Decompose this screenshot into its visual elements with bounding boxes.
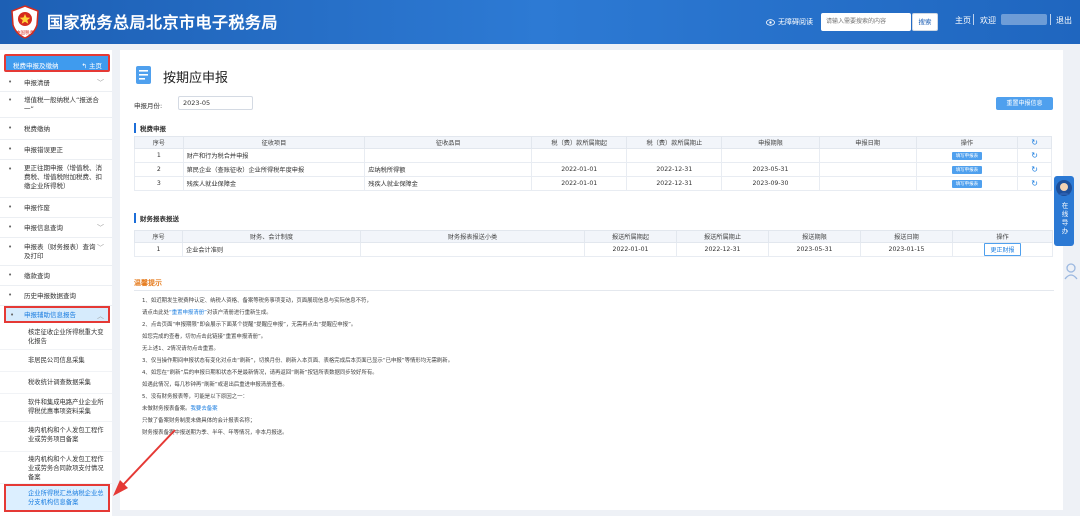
go-filing-link[interactable]: 我要去备案 [191,406,218,412]
sidebar-item-payment-query[interactable]: • 缴款查询 [0,266,112,286]
reset-list-link[interactable]: “重置申报清册” [169,310,207,316]
submenu-item-nonresident-info[interactable]: 非居民公司信息采集 [0,350,112,372]
reset-declaration-button[interactable]: 重置申报信息 [996,97,1053,110]
refresh-icon[interactable]: ↻ [1017,148,1052,163]
sidebar-item-vat-combined[interactable]: • 增值税一般纳税人“报送合一” [0,92,112,118]
period-label: 申报月份: [134,102,163,110]
fill-form-button[interactable]: 填写申报表 [951,179,983,188]
tip-line: 财务报表备案中报送期为季、半年、年等情况，非本月报送。 [142,430,288,436]
column-header: 申报期限 [721,136,820,149]
tip-line: 请点击此处“重置申报清册”对该户清册进行重新生成。 [142,310,272,316]
column-header: 序号 [134,136,184,149]
submenu-item-branch-filing[interactable]: 企业所得税汇总纳税企业总分支机构信息备案 [4,484,110,512]
sidebar-item-declaration-query[interactable]: • 申报信息查询 ﹀ [0,218,112,238]
sidebar-item-past-correction[interactable]: • 更正往期申报（增值税、消费税、增值税附加税费、扣缴企业所得税） [0,160,112,198]
fill-form-button[interactable]: 填写申报表 [951,165,983,174]
tip-line: 如遇此情况，每几秒钟再“刷新”或退出后重进申报清册查看。 [142,382,288,388]
sidebar-header[interactable]: 税费申报及缴纳 ↰ 主页 [4,54,110,72]
table-row: 1 企业会计准则 2022-01-01 2022-12-31 2023-05-3… [134,242,1053,257]
header-divider [1050,14,1051,25]
sidebar-header-label: 税费申报及缴纳 [13,62,59,70]
submenu-item-statistics-survey[interactable]: 税收统计调查数据采集 [0,372,112,394]
column-header: 报送所属期起 [584,230,677,243]
site-title: 国家税务总局北京市电子税务局 [47,13,279,32]
home-link[interactable]: 主页 [955,15,971,26]
column-header: 征收品目 [364,136,533,149]
column-header: 税（费）款所属期止 [626,136,723,149]
sidebar-item-declaration-list[interactable]: • 申报清册 ﹀ [0,74,112,92]
financial-table: 序号 财务、会计制度 财务报表报送小类 报送所属期起 报送所属期止 报送期限 报… [134,230,1053,257]
tip-line: 如您完成的查看，切勿点击此链接“重置申报清册”。 [142,334,267,340]
sidebar-item-error-correction[interactable]: • 申报错误更正 [0,140,112,160]
tip-line: 2、点击页面“申报期限”即会展示下面某个提醒“提醒应申报”，无需再点击“提醒应申… [142,322,357,328]
column-header: 报送所属期止 [676,230,769,243]
column-header: 税（费）款所属期起 [531,136,628,149]
accessibility-link[interactable]: 无障碍阅读 [766,17,813,27]
tip-line: 无上述1、2情况请勿点击重置。 [142,346,219,352]
sidebar: 税费申报及缴纳 ↰ 主页 • 申报清册 ﹀ • 增值税一般纳税人“报送合一” • 税费缴… [0,50,112,516]
tax-emblem-logo: 中国税务 [11,5,39,39]
financial-section-title: 财务报表报送 [134,213,179,223]
fill-form-button[interactable]: 填写申报表 [951,151,983,160]
sidebar-item-assist-report[interactable]: • 申报辅助信息报告 ︿ [4,306,110,323]
submenu-item-project-filing[interactable]: 境内机构和个人发包工程作业或劳务项目备案 [0,422,112,452]
accessibility-icon [766,18,775,26]
tip-line: 1、如近期发生税费种认定、纳税人资格、备案等税务事项变动，页面展现信息与实际信息… [142,298,372,304]
column-header: 序号 [134,230,183,243]
accessibility-label: 无障碍阅读 [778,18,813,26]
table-row: 3 残疾人就业保障金 残疾人就业保障金 2022-01-01 2022-12-3… [134,176,1052,191]
sidebar-item-history-query[interactable]: • 历史申报数据查询 [0,286,112,306]
table-header-row: 序号 财务、会计制度 财务报表报送小类 报送所属期起 报送所属期止 报送期限 报… [134,230,1053,243]
table-row: 2 第民企业（查账征收）企业所得税年度申报 应纳税所得额 2022-01-01 … [134,162,1052,177]
tax-section-title: 税费申报 [134,123,166,133]
column-header: 财务、会计制度 [182,230,361,243]
sidebar-item-void-declaration[interactable]: • 申报作废 [0,198,112,218]
tip-line: 4、如您在“刷新”后的申报日期和状态不是最新情况，请再返回“刷新”按钮所表数据同… [142,370,378,376]
correct-statement-button[interactable]: 更正财报 [984,243,1021,256]
column-header: 征收项目 [182,136,366,149]
page-title: 按期应申报 [163,71,229,86]
header-divider [973,14,974,25]
column-header: 申报日期 [818,136,917,149]
sidebar-home-link[interactable]: ↰ 主页 [81,60,102,70]
search-button[interactable]: 搜索 [912,13,938,31]
tip-line: 未做财务报表备案。我要去备案 [142,406,218,412]
table-row: 1 财产和行为税合并申报 填写申报表 ↻ [134,148,1052,163]
online-guide-label: 在线导办 [1060,202,1068,236]
user-name-redacted [1001,14,1047,25]
column-header: 财务报表报送小类 [360,230,585,243]
period-input[interactable]: 2023-05 [178,96,253,110]
top-header: 中国税务 国家税务总局北京市电子税务局 无障碍阅读 搜索 主页 欢迎 退出 [0,0,1080,44]
tips-title: 温馨提示 [134,279,162,287]
document-icon [136,66,151,84]
tip-line: 只做了备案财务制度未做具体的会计报表名称； [142,418,256,424]
column-header: 操作 [915,136,1019,149]
svg-text:中国税务: 中国税务 [16,29,34,36]
online-guide-widget[interactable]: 在线导办 [1054,176,1074,246]
welcome-text: 欢迎 [980,16,996,25]
tip-line: 3、仅当操作期间申报状态有变化对点击“刷新”，切换月份、刷新入本页面、表格完成后… [142,358,454,364]
refresh-icon[interactable]: ↻ [1017,176,1052,191]
main-panel: 按期应申报 申报月份: 2023-05 重置申报信息 税费申报 序号 征收项目 … [120,50,1063,510]
tax-table: 序号 征收项目 征收品目 税（费）款所属期起 税（费）款所属期止 申报期限 申报… [134,136,1052,191]
assistant-avatar-icon [1056,180,1072,196]
tip-line: 5、没有财务报表等，可能是以下原因之一： [142,394,248,400]
column-header: 报送日期 [860,230,953,243]
search-input[interactable] [821,13,911,31]
submenu-item-contract-payment[interactable]: 境内机构和个人发包工程作业或劳务合同款项支付情况备案 [0,452,112,484]
refresh-icon[interactable]: ↻ [1017,162,1052,177]
sidebar-item-tax-payment[interactable]: • 税费缴纳 [0,118,112,140]
submenu-item-verification-report[interactable]: 核定征收企业所得税重大变化报告 [0,324,112,350]
submenu-item-software-ic[interactable]: 软件和集成电路产业企业所得税优惠事项资料采集 [0,394,112,422]
table-header-row: 序号 征收项目 征收品目 税（费）款所属期起 税（费）款所属期止 申报期限 申报… [134,136,1052,149]
divider [134,290,1054,291]
user-service-icon[interactable] [1064,262,1078,280]
logout-link[interactable]: 退出 [1056,15,1072,26]
refresh-all-icon[interactable]: ↻ [1017,136,1052,149]
sidebar-item-statement-query[interactable]: • 申报表（财务报表）查询及打印 ﹀ [0,238,112,266]
column-header: 操作 [952,230,1053,243]
column-header: 报送期限 [768,230,861,243]
